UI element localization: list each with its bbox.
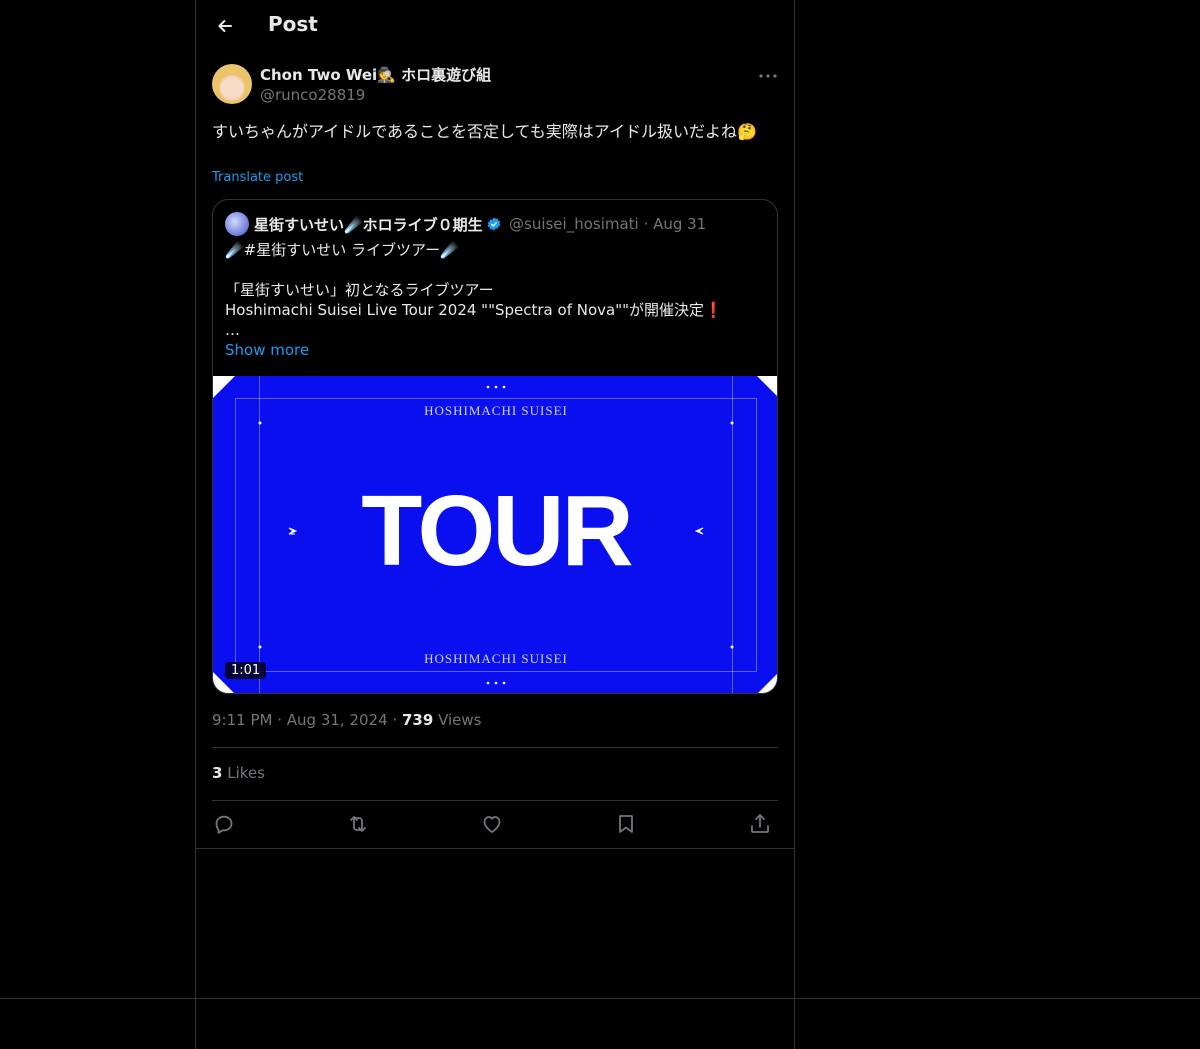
arrow-left-icon[interactable] [212,14,236,38]
avatar[interactable] [212,64,252,104]
quote-author-name[interactable]: 星街すいせい☄️ホロライブ０期生 [254,214,502,235]
bookmark-icon[interactable] [614,812,638,836]
repost-icon[interactable] [346,812,370,836]
author-handle[interactable]: @runco28819 [260,86,365,104]
quote-author-name-text: 星街すいせい☄️ホロライブ０期生 [254,216,483,234]
page-divider [0,998,1200,999]
likes-label: Likes [227,764,265,782]
divider [212,800,778,801]
post-header: Post [196,0,794,53]
translate-post-link[interactable]: Translate post [212,170,303,185]
media-decorations [213,376,777,693]
video-duration: 1:01 [225,662,267,679]
more-horizontal-icon[interactable] [756,64,780,88]
post-text: すいちゃんがアイドルであることを否定しても実際はアイドル扱いだよね🤔 [212,122,757,141]
show-more-link[interactable]: Show more [225,341,309,359]
views-count: 739 [401,711,434,729]
views-label: Views [438,711,482,729]
quote-meta: @suisei_hosimati · Aug 31 [509,215,707,233]
post-meta: 9:11 PM · Aug 31, 2024 · 739 Views [212,711,482,729]
page-title: Post [268,12,318,36]
action-bar [212,812,778,836]
divider [196,848,794,849]
divider [212,747,778,748]
verified-badge-icon [487,217,500,231]
likes-link[interactable]: 3 Likes [212,764,265,782]
reply-icon[interactable] [212,812,236,836]
heart-icon[interactable] [480,812,504,836]
likes-count: 3 [212,764,223,782]
quote-date: Aug 31 [653,215,707,233]
quoted-post[interactable]: 星街すいせい☄️ホロライブ０期生 @suisei_hosimati · Aug … [212,199,778,694]
post-date[interactable]: Aug 31, 2024 [287,711,388,729]
quote-avatar[interactable] [225,212,249,236]
timeline-column: Post Chon Two Wei🕵 ホロ裏遊び組 @runco28819 すい… [195,0,795,1049]
post-time[interactable]: 9:11 PM [212,711,272,729]
quote-text: ☄️#星街すいせい ライブツアー☄️ 「星街すいせい」初となるライブツアー Ho… [225,241,723,339]
video-thumbnail[interactable]: HOSHIMACHI SUISEI HOSHIMACHI SUISEI TOUR… [213,376,777,693]
share-icon[interactable] [748,812,772,836]
author-name[interactable]: Chon Two Wei🕵 ホロ裏遊び組 [260,64,491,85]
quote-author-handle: @suisei_hosimati [509,215,639,233]
